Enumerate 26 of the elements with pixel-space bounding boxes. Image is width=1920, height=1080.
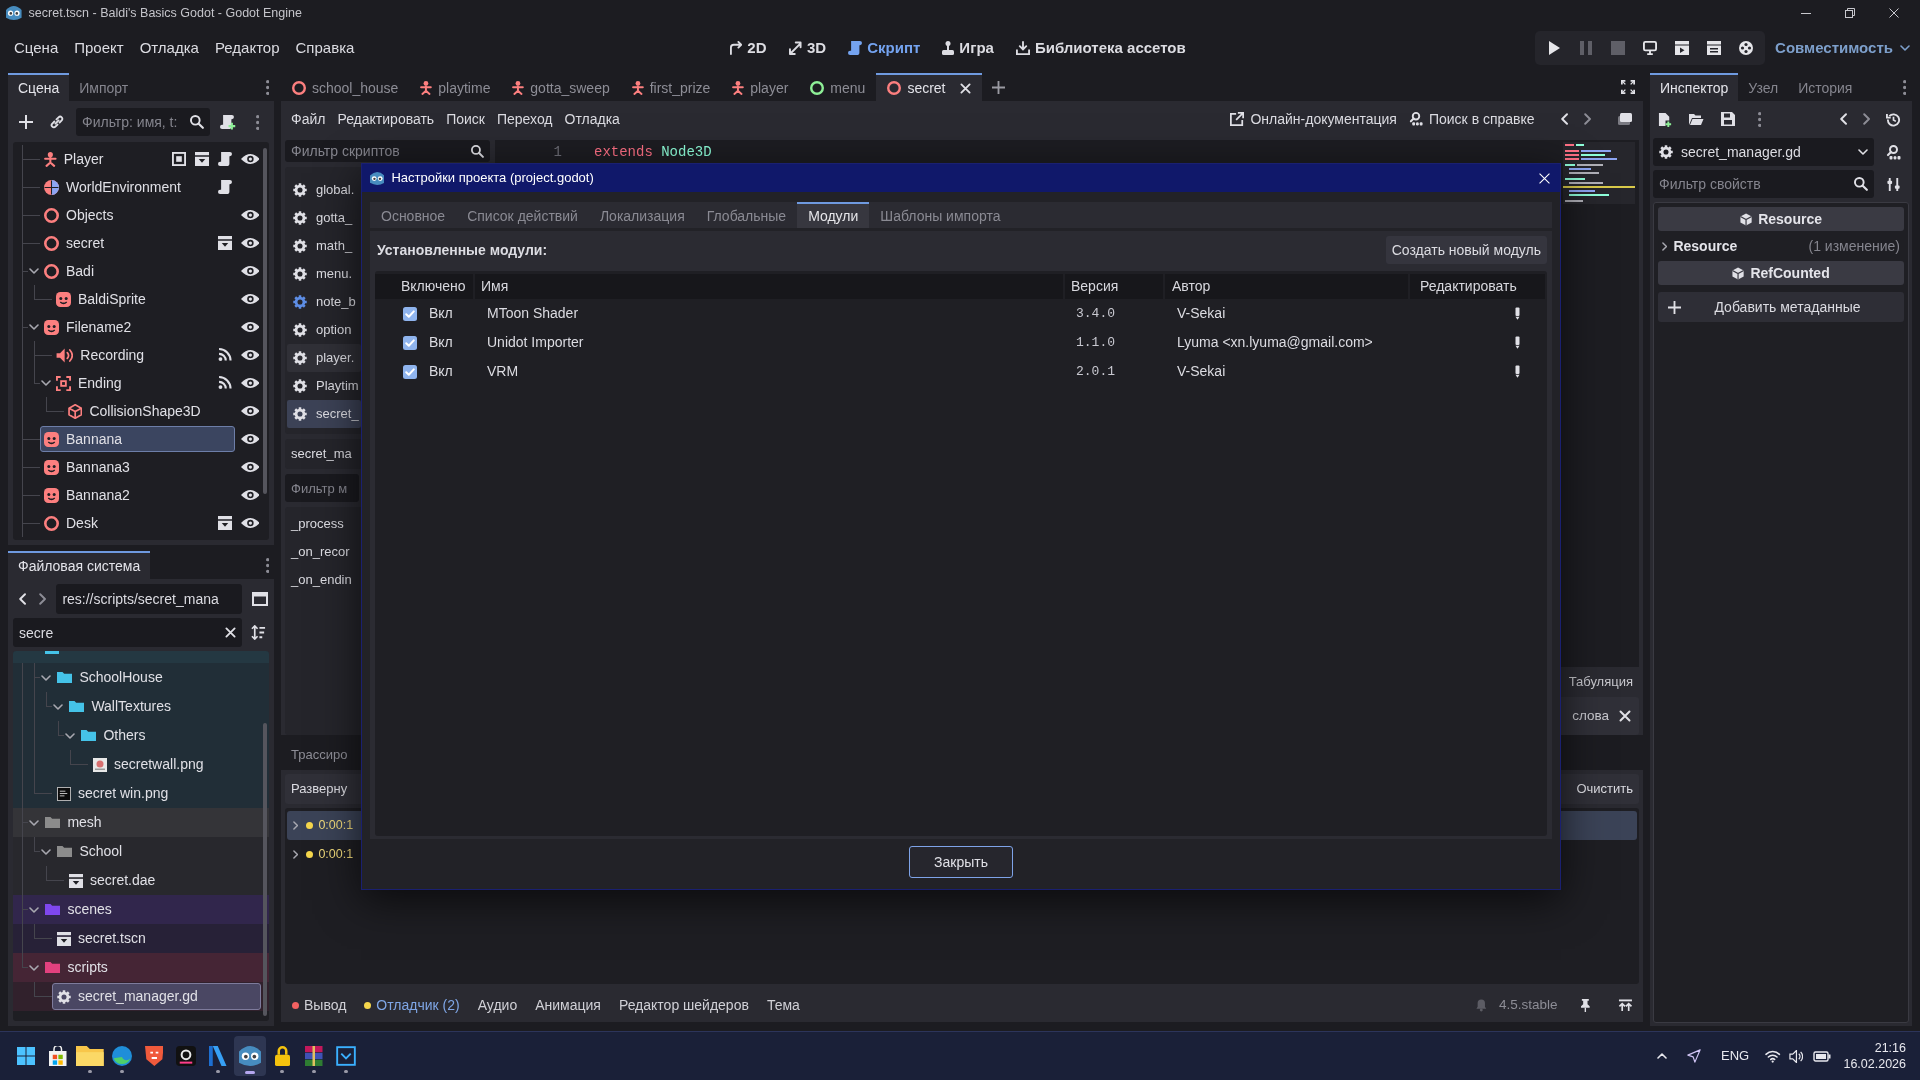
clock-time: 21:16	[1874, 1040, 1906, 1056]
author-text: V-Sekai	[1177, 362, 1226, 381]
section-title: RefCounted	[1750, 263, 1830, 283]
section-heading: Установленные модули:	[376, 240, 548, 260]
author-text: V-Sekai	[1177, 304, 1226, 323]
line-number: 1	[552, 142, 562, 162]
plugin-name: MToon Shader	[487, 304, 579, 323]
version-label: 4.5.stable	[1498, 995, 1558, 1014]
version-text: 3.4.0	[1076, 304, 1115, 323]
plugin-name: Unidot Importer	[487, 333, 584, 352]
plugin-name: VRM	[487, 362, 519, 381]
version-text: 2.0.1	[1076, 362, 1115, 381]
window-title: secret.tscn - Baldi's Basics Godot - Godot Engine	[28, 4, 302, 22]
log-time: 0:00:1	[318, 817, 354, 835]
code-line: extends Node3D	[594, 142, 712, 162]
script-name-label: secret_ma	[291, 445, 352, 464]
log-time: 0:00:1	[318, 846, 354, 864]
section-title: Resource	[1758, 209, 1822, 229]
checkbox-label: Вкл	[429, 362, 453, 381]
change-count-label: (1 изменение)	[1808, 236, 1900, 256]
author-text: Lyuma <xn.lyuma@gmail.com>	[1177, 333, 1373, 352]
clock-date: 16.02.2026	[1843, 1056, 1906, 1072]
dialog-title: Настройки проекта (project.godot)	[391, 169, 594, 188]
version-text: 1.1.0	[1076, 333, 1115, 352]
checkbox-label: Вкл	[429, 333, 453, 352]
checkbox-label: Вкл	[429, 304, 453, 323]
